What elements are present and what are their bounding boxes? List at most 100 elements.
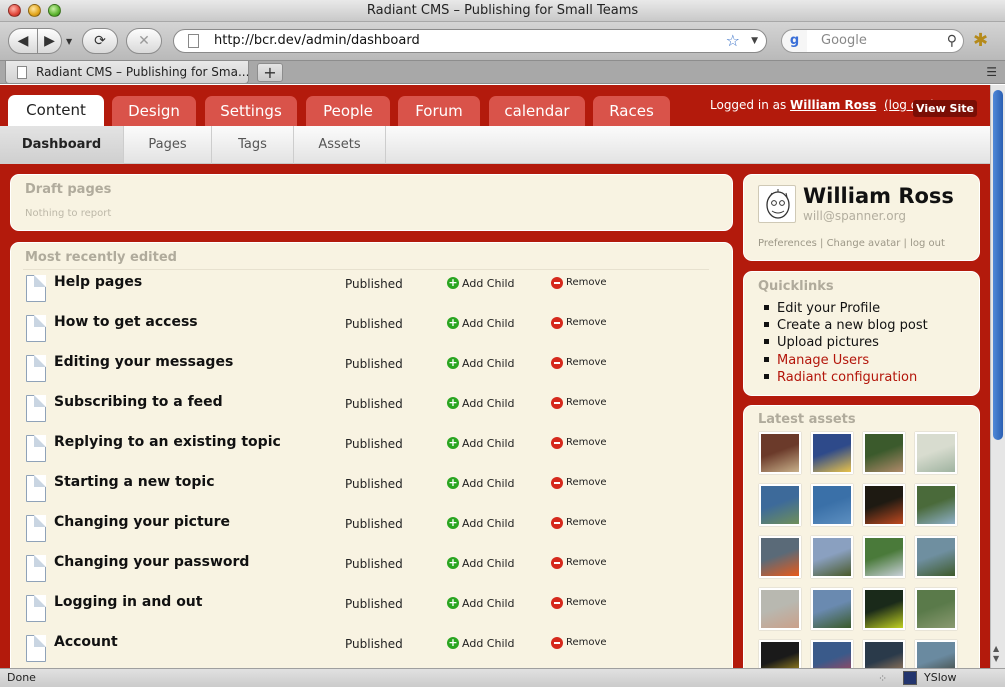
add-child-link[interactable]: Add Child: [462, 637, 515, 650]
history-dropdown-icon[interactable]: ▼: [66, 37, 72, 46]
asset-thumbnail[interactable]: [915, 640, 957, 668]
add-child-icon[interactable]: +: [447, 317, 459, 329]
asset-thumbnail[interactable]: [759, 484, 801, 526]
search-icon[interactable]: ⚲: [947, 30, 957, 52]
asset-thumbnail[interactable]: [759, 536, 801, 578]
quicklink-label[interactable]: Create a new blog post: [777, 318, 928, 333]
page-title-link[interactable]: Changing your picture: [54, 514, 230, 530]
page-title-link[interactable]: Starting a new topic: [54, 474, 215, 490]
yslow-icon[interactable]: [903, 671, 917, 685]
tab-design[interactable]: Design: [112, 96, 196, 126]
page-title-link[interactable]: How to get access: [54, 314, 198, 330]
subtab-dashboard[interactable]: Dashboard: [0, 126, 124, 164]
asset-thumbnail[interactable]: [759, 588, 801, 630]
add-child-link[interactable]: Add Child: [462, 517, 515, 530]
remove-link[interactable]: Remove: [566, 437, 607, 448]
add-child-icon[interactable]: +: [447, 277, 459, 289]
remove-icon[interactable]: [551, 437, 563, 449]
subtab-assets[interactable]: Assets: [294, 126, 386, 164]
preferences-link[interactable]: Preferences: [758, 238, 817, 249]
yslow-label[interactable]: YSlow: [924, 669, 956, 687]
forward-button[interactable]: ▶: [38, 28, 62, 54]
add-child-link[interactable]: Add Child: [462, 317, 515, 330]
remove-link[interactable]: Remove: [566, 597, 607, 608]
quicklink-item[interactable]: Edit your Profile: [764, 300, 928, 317]
address-bar[interactable]: http://bcr.dev/admin/dashboard ☆ ▼: [173, 29, 767, 53]
add-child-icon[interactable]: +: [447, 597, 459, 609]
subtab-tags[interactable]: Tags: [212, 126, 294, 164]
remove-icon[interactable]: [551, 357, 563, 369]
add-child-link[interactable]: Add Child: [462, 277, 515, 290]
remove-icon[interactable]: [551, 277, 563, 289]
remove-icon[interactable]: [551, 597, 563, 609]
maximize-window-button[interactable]: [48, 4, 61, 17]
subtab-pages[interactable]: Pages: [124, 126, 212, 164]
scrollbar-thumb[interactable]: [993, 90, 1003, 440]
browser-tab[interactable]: Radiant CMS – Publishing for Sma...: [5, 61, 249, 84]
view-site-button[interactable]: View Site: [913, 100, 977, 117]
remove-link[interactable]: Remove: [566, 397, 607, 408]
asset-thumbnail[interactable]: [811, 432, 853, 474]
search-engine-icon[interactable]: g: [781, 29, 807, 53]
quicklink-label[interactable]: Edit your Profile: [777, 301, 880, 316]
asset-thumbnail[interactable]: [759, 432, 801, 474]
asset-thumbnail[interactable]: [811, 484, 853, 526]
asset-thumbnail[interactable]: [863, 432, 905, 474]
remove-link[interactable]: Remove: [566, 277, 607, 288]
add-child-icon[interactable]: +: [447, 397, 459, 409]
asset-thumbnail[interactable]: [915, 484, 957, 526]
user-logout-link[interactable]: log out: [910, 238, 945, 249]
add-child-icon[interactable]: +: [447, 637, 459, 649]
tab-people[interactable]: People: [306, 96, 390, 126]
back-button[interactable]: ◀: [8, 28, 38, 54]
asset-thumbnail[interactable]: [863, 484, 905, 526]
add-child-icon[interactable]: +: [447, 477, 459, 489]
page-scrollbar[interactable]: ▲ ▼: [990, 85, 1005, 668]
tab-content[interactable]: Content: [8, 95, 104, 126]
quicklink-item[interactable]: Manage Users: [764, 352, 928, 369]
search-input[interactable]: Google ⚲: [807, 29, 964, 53]
tab-list-icon[interactable]: ☰: [986, 65, 997, 79]
asset-thumbnail[interactable]: [811, 588, 853, 630]
page-title-link[interactable]: Editing your messages: [54, 354, 233, 370]
add-child-icon[interactable]: +: [447, 557, 459, 569]
change-avatar-link[interactable]: Change avatar: [827, 238, 901, 249]
asset-thumbnail[interactable]: [915, 432, 957, 474]
quicklink-item[interactable]: Create a new blog post: [764, 317, 928, 334]
scroll-arrows-icon[interactable]: ▲ ▼: [993, 644, 999, 664]
asset-thumbnail[interactable]: [811, 536, 853, 578]
asset-thumbnail[interactable]: [863, 536, 905, 578]
login-user-link[interactable]: William Ross: [790, 98, 876, 112]
stop-button[interactable]: ✕: [126, 28, 162, 54]
remove-link[interactable]: Remove: [566, 517, 607, 528]
quicklink-label[interactable]: Upload pictures: [777, 335, 879, 350]
asset-thumbnail[interactable]: [811, 640, 853, 668]
add-child-link[interactable]: Add Child: [462, 597, 515, 610]
page-title-link[interactable]: Changing your password: [54, 554, 249, 570]
url-dropdown-icon[interactable]: ▼: [751, 30, 758, 52]
remove-icon[interactable]: [551, 637, 563, 649]
quicklink-item[interactable]: Radiant configuration: [764, 369, 928, 386]
extension-gear-icon[interactable]: ✱: [973, 30, 988, 51]
remove-link[interactable]: Remove: [566, 357, 607, 368]
remove-link[interactable]: Remove: [566, 637, 607, 648]
remove-icon[interactable]: [551, 557, 563, 569]
reload-button[interactable]: ⟳: [82, 28, 118, 54]
add-child-icon[interactable]: +: [447, 517, 459, 529]
add-child-link[interactable]: Add Child: [462, 357, 515, 370]
remove-icon[interactable]: [551, 477, 563, 489]
close-window-button[interactable]: [8, 4, 21, 17]
remove-link[interactable]: Remove: [566, 477, 607, 488]
page-title-link[interactable]: Account: [54, 634, 118, 650]
quicklink-label[interactable]: Manage Users: [777, 353, 869, 368]
add-child-link[interactable]: Add Child: [462, 557, 515, 570]
page-title-link[interactable]: Replying to an existing topic: [54, 434, 281, 450]
remove-icon[interactable]: [551, 517, 563, 529]
tab-calendar[interactable]: calendar: [489, 96, 585, 126]
minimize-window-button[interactable]: [28, 4, 41, 17]
avatar[interactable]: [758, 185, 796, 223]
remove-link[interactable]: Remove: [566, 317, 607, 328]
asset-thumbnail[interactable]: [915, 536, 957, 578]
remove-link[interactable]: Remove: [566, 557, 607, 568]
page-title-link[interactable]: Subscribing to a feed: [54, 394, 223, 410]
